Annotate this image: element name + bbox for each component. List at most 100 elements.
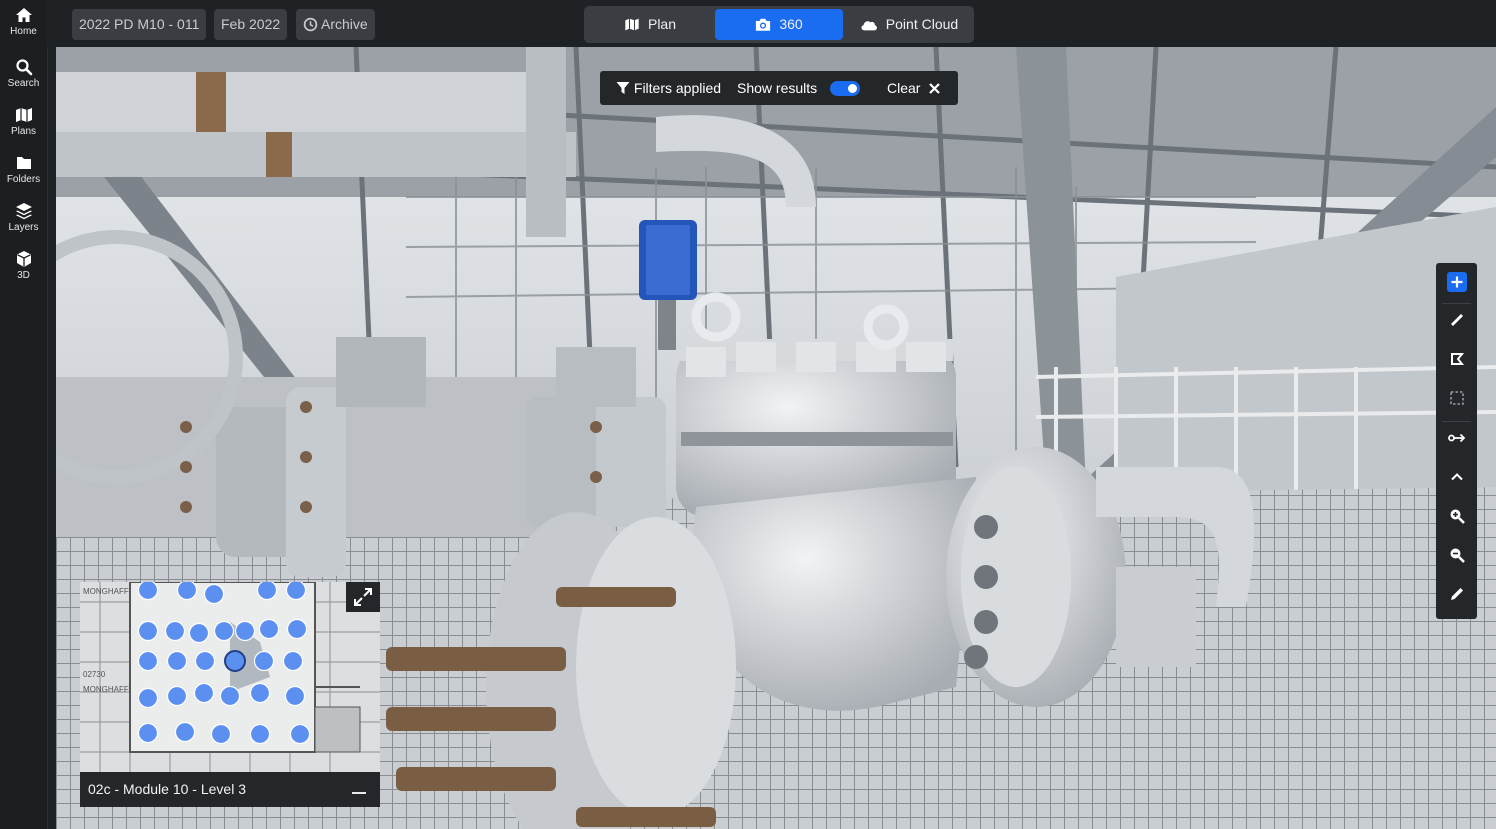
sidebar-item-layers[interactable]: Layers [0, 198, 47, 242]
map-icon [625, 18, 639, 31]
capture-marker[interactable] [249, 682, 271, 704]
date-selector[interactable]: Feb 2022 [214, 9, 288, 40]
pencil-icon [1450, 588, 1463, 600]
draw-button[interactable] [1436, 578, 1477, 614]
minimap-plan[interactable]: MONGHAFF 02730 MONGHAFF [80, 582, 380, 772]
capture-marker[interactable] [258, 618, 280, 640]
minimap-panel: MONGHAFF 02730 MONGHAFF 02c - Module 10 … [80, 582, 380, 807]
toggle-knob [848, 84, 857, 93]
add-annotation-button[interactable] [1436, 264, 1477, 300]
capture-marker[interactable] [234, 620, 256, 642]
capture-marker[interactable] [256, 582, 278, 601]
layers-icon [15, 203, 32, 220]
capture-marker[interactable] [253, 650, 275, 672]
archive-label: Archive [321, 16, 368, 32]
ruler-icon [1450, 314, 1463, 326]
collapse-up-button[interactable] [1436, 461, 1477, 497]
capture-marker[interactable] [213, 620, 235, 642]
area-measure-icon [1450, 353, 1464, 365]
zoom-in-button[interactable] [1436, 500, 1477, 536]
sidebar-item-label: 3D [17, 270, 30, 281]
search-icon [15, 59, 32, 76]
capture-marker[interactable] [282, 650, 304, 672]
sidebar-item-label: Home [10, 26, 37, 37]
capture-marker[interactable] [285, 582, 307, 601]
tab-point-cloud[interactable]: Point Cloud [847, 9, 971, 40]
measure-button[interactable] [1436, 304, 1477, 340]
tab-label: Plan [647, 16, 677, 32]
capture-marker[interactable] [166, 650, 188, 672]
minimize-minimap-button[interactable] [352, 792, 366, 794]
capture-marker[interactable] [137, 687, 159, 709]
clear-filters-button[interactable]: Clear [887, 80, 941, 96]
capture-marker[interactable] [137, 722, 159, 744]
archive-button[interactable]: Archive [296, 9, 375, 40]
capture-marker[interactable] [137, 582, 159, 601]
capture-marker[interactable] [164, 620, 186, 642]
floor-plan-drawing: MONGHAFF 02730 MONGHAFF [80, 582, 380, 772]
tab-label: Point Cloud [885, 16, 959, 32]
sidebar-item-folders[interactable]: Folders [0, 150, 47, 194]
camera-icon [756, 18, 771, 31]
capture-marker[interactable] [219, 685, 241, 707]
capture-marker[interactable] [284, 685, 306, 707]
capture-marker[interactable] [137, 650, 159, 672]
sidebar-item-plans[interactable]: Plans [0, 102, 47, 146]
capture-marker[interactable] [203, 583, 225, 605]
folder-icon [16, 157, 31, 169]
capture-marker[interactable] [194, 650, 216, 672]
sidebar-item-label: Plans [10, 126, 36, 137]
show-results-toggle[interactable] [830, 81, 860, 96]
select-box-icon [1449, 391, 1464, 405]
tab-360[interactable]: 360 [715, 9, 843, 40]
filter-bar: Filters applied Show results Clear [600, 71, 958, 105]
filter-status-label: Filters applied [633, 80, 722, 96]
route-icon [1447, 433, 1465, 443]
sidebar-item-label: Search [7, 78, 40, 89]
capture-date: Feb 2022 [221, 16, 281, 32]
add-icon [1446, 272, 1467, 292]
top-bar: 2022 PD M10 - 011 Feb 2022 Archive Plan … [47, 0, 1496, 47]
filter-icon [616, 82, 630, 94]
capture-marker[interactable] [286, 618, 308, 640]
close-icon [929, 83, 941, 94]
select-box-button[interactable] [1436, 382, 1477, 418]
view-mode-switcher: Plan 360 Point Cloud [584, 6, 974, 43]
map-icon [15, 108, 32, 122]
sidebar-item-search[interactable]: Search [0, 54, 47, 98]
zoom-out-icon [1450, 548, 1465, 563]
sidebar-item-home[interactable]: Home [0, 2, 47, 46]
expand-icon [354, 588, 372, 606]
tab-label: 360 [779, 16, 803, 32]
left-sidebar: Home Search Plans Folders Layers 3D [0, 0, 48, 829]
area-measure-button[interactable] [1436, 343, 1477, 379]
cloud-icon [861, 21, 877, 31]
capture-marker[interactable] [166, 685, 188, 707]
capture-marker[interactable] [137, 620, 159, 642]
plan-label: MONGHAFF [83, 587, 129, 596]
sidebar-item-3d[interactable]: 3D [0, 246, 47, 290]
filter-status[interactable]: Filters applied [616, 80, 721, 96]
zoom-out-button[interactable] [1436, 539, 1477, 575]
chevron-up-icon [1450, 473, 1463, 481]
route-button[interactable] [1436, 422, 1477, 458]
capture-marker[interactable] [289, 723, 311, 745]
tab-plan[interactable]: Plan [587, 9, 713, 40]
capture-marker[interactable] [174, 721, 196, 743]
sidebar-item-label: Folders [6, 174, 41, 185]
plan-label: 02730 [83, 670, 106, 679]
plan-label: MONGHAFF [83, 685, 129, 694]
capture-marker[interactable] [193, 682, 215, 704]
project-selector[interactable]: 2022 PD M10 - 011 [72, 9, 207, 40]
capture-marker[interactable] [176, 582, 198, 601]
capture-marker[interactable] [249, 723, 271, 745]
clear-label: Clear [887, 80, 921, 96]
expand-minimap-button[interactable] [346, 582, 380, 612]
cube-icon [16, 251, 31, 267]
current-capture-marker[interactable] [224, 650, 246, 672]
capture-marker[interactable] [210, 723, 232, 745]
home-icon [15, 8, 32, 22]
clock-icon [303, 17, 318, 32]
minimap-caption: 02c - Module 10 - Level 3 [88, 781, 246, 797]
capture-marker[interactable] [188, 622, 210, 644]
